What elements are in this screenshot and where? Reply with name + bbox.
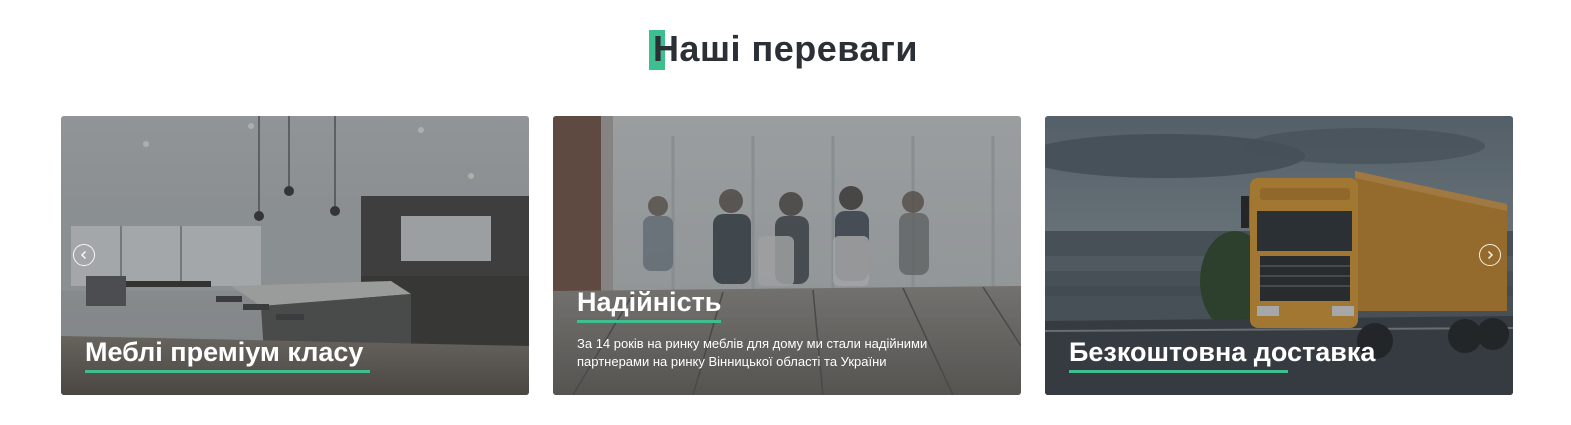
card-description: За 14 років на ринку меблів для дому ми … [577,336,928,369]
advantages-carousel: Меблі преміум класу Надійність За 14 рок… [61,116,1513,395]
section-heading: Наші переваги [648,28,919,70]
advantage-card-reliability[interactable]: Надійність За 14 років на ринку меблів д… [553,116,1021,395]
card-title: Меблі преміум класу [85,337,364,367]
card-title: Надійність [577,287,722,317]
card-title-underline [577,320,721,323]
card-title-underline [1069,370,1288,373]
chevron-right-icon [1487,250,1494,260]
card-title: Безкоштовна доставка [1069,337,1376,367]
advantages-section: Наші переваги Меблі преміум класу Надійн… [0,0,1571,425]
advantage-card-premium[interactable]: Меблі преміум класу [61,116,529,395]
carousel-prev-button[interactable] [73,244,95,266]
section-title: Наші переваги [652,28,919,69]
advantage-card-delivery[interactable]: Безкоштовна доставка [1045,116,1513,395]
chevron-left-icon [80,250,87,260]
carousel-next-button[interactable] [1479,244,1501,266]
card-title-underline [85,370,370,373]
heading-wrap: Наші переваги [0,28,1571,70]
